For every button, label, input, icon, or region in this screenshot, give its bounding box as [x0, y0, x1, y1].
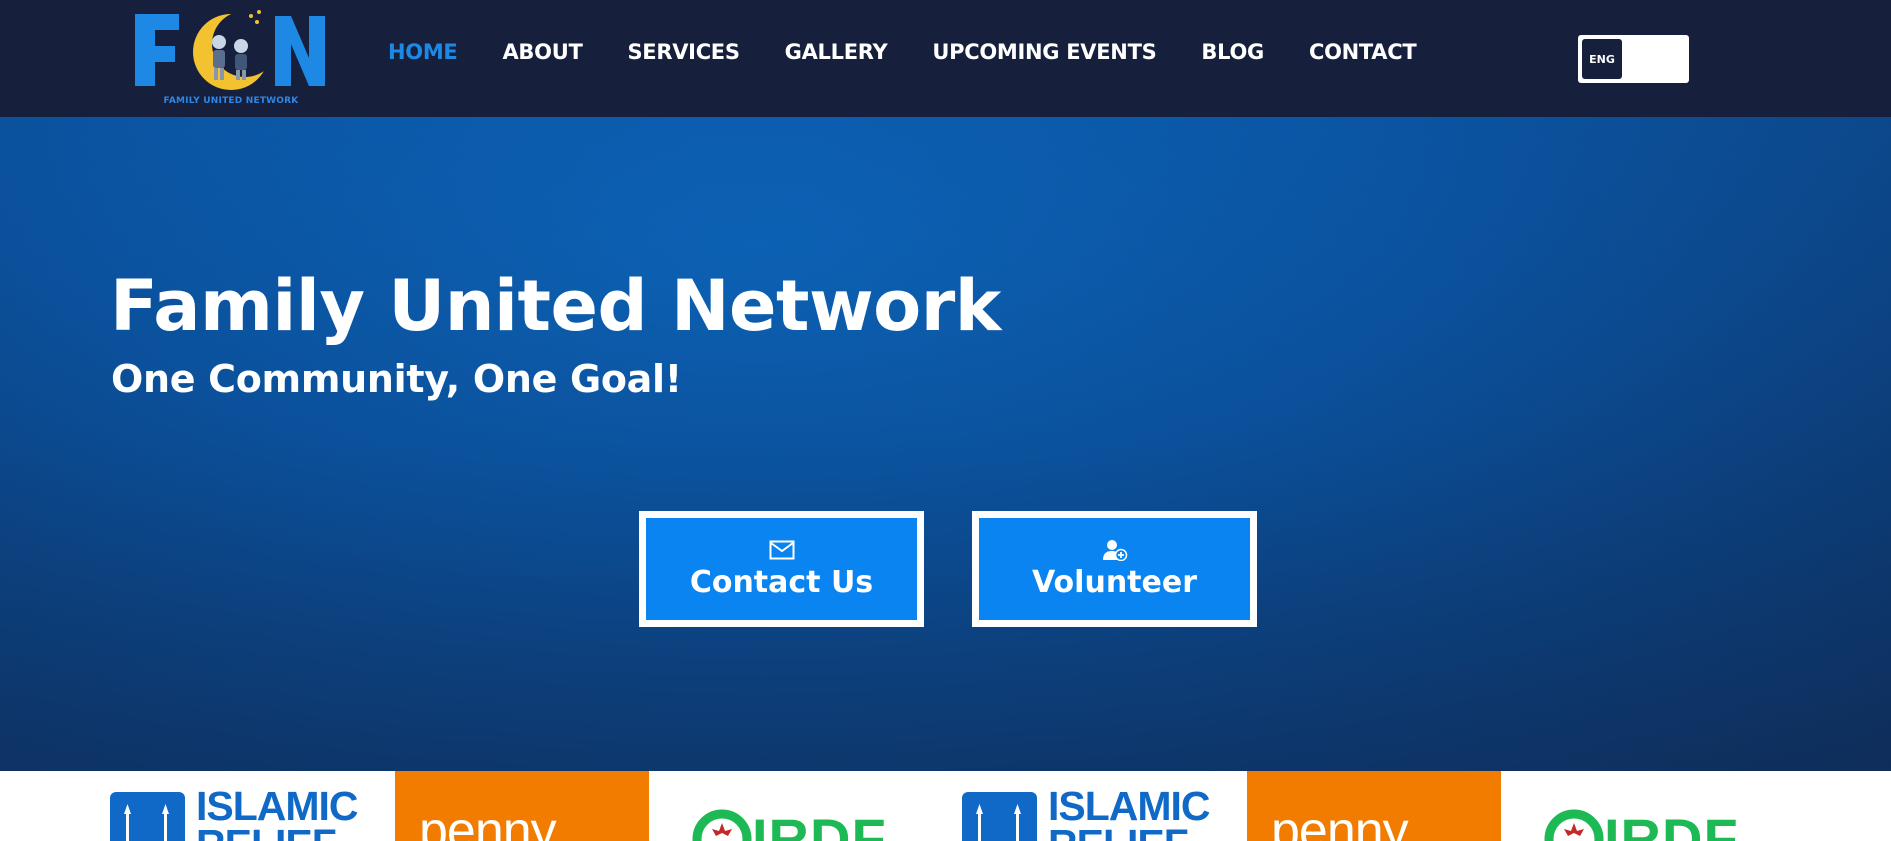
partners-strip: ISLAMIC RELIEF penny IRDF ISLAMIC RELIEF… — [0, 771, 1891, 841]
contact-us-button[interactable]: Contact Us — [639, 511, 924, 627]
menu-item-about[interactable]: ABOUT — [502, 40, 582, 64]
hero-background-overlay — [0, 117, 1891, 771]
islamic-relief-mosque-icon — [962, 792, 1037, 841]
partner-logo-islamic-relief[interactable]: ISLAMIC RELIEF — [110, 771, 370, 841]
menu-item-blog[interactable]: BLOG — [1201, 40, 1264, 64]
user-plus-icon — [1101, 539, 1129, 561]
menu-item-services[interactable]: SERVICES — [627, 40, 739, 64]
menu-item-home[interactable]: HOME — [388, 40, 458, 64]
envelope-icon — [768, 539, 796, 561]
volunteer-label: Volunteer — [1031, 564, 1197, 600]
partner-islamic-relief-text: ISLAMIC RELIEF — [1048, 783, 1211, 841]
menu-item-upcoming-events[interactable]: UPCOMING EVENTS — [932, 40, 1156, 64]
partner-penny-text: penny — [419, 802, 557, 841]
partner-logo-penny[interactable]: penny — [395, 771, 649, 841]
language-eng-option[interactable]: ENG — [1582, 39, 1622, 79]
partner-penny-text: penny — [1271, 802, 1409, 841]
site-logo[interactable]: FAMILY UNITED NETWORK — [133, 8, 329, 112]
irdf-emblem-icon — [692, 809, 752, 841]
contact-us-label: Contact Us — [689, 564, 874, 600]
irdf-emblem-icon — [1544, 809, 1604, 841]
language-switcher[interactable]: ENG — [1578, 35, 1689, 83]
partner-islamic-relief-text: ISLAMIC RELIEF — [196, 783, 359, 841]
partner-logo-irdf[interactable]: IRDF — [656, 771, 918, 841]
hero-section: Family United Network One Community, One… — [0, 117, 1891, 771]
partner-logo-irdf[interactable]: IRDF — [1508, 771, 1808, 841]
volunteer-button-face: Volunteer — [979, 518, 1250, 620]
logo-mark-icon — [135, 10, 325, 90]
hero-title: Family United Network — [110, 265, 1001, 347]
main-menu: HOME ABOUT SERVICES GALLERY UPCOMING EVE… — [388, 40, 1461, 64]
contact-us-button-face: Contact Us — [646, 518, 917, 620]
top-navbar: FAMILY UNITED NETWORK HOME ABOUT SERVICE… — [0, 0, 1891, 117]
partner-logo-penny[interactable]: penny — [1247, 771, 1501, 841]
partner-irdf-text: IRDF — [752, 807, 887, 841]
menu-item-contact[interactable]: CONTACT — [1309, 40, 1417, 64]
partner-logo-islamic-relief[interactable]: ISLAMIC RELIEF — [962, 771, 1222, 841]
menu-item-gallery[interactable]: GALLERY — [785, 40, 888, 64]
volunteer-button[interactable]: Volunteer — [972, 511, 1257, 627]
hero-subtitle: One Community, One Goal! — [111, 357, 682, 401]
partner-irdf-text: IRDF — [1604, 807, 1739, 841]
logo-caption: FAMILY UNITED NETWORK — [163, 96, 299, 106]
islamic-relief-mosque-icon — [110, 792, 185, 841]
